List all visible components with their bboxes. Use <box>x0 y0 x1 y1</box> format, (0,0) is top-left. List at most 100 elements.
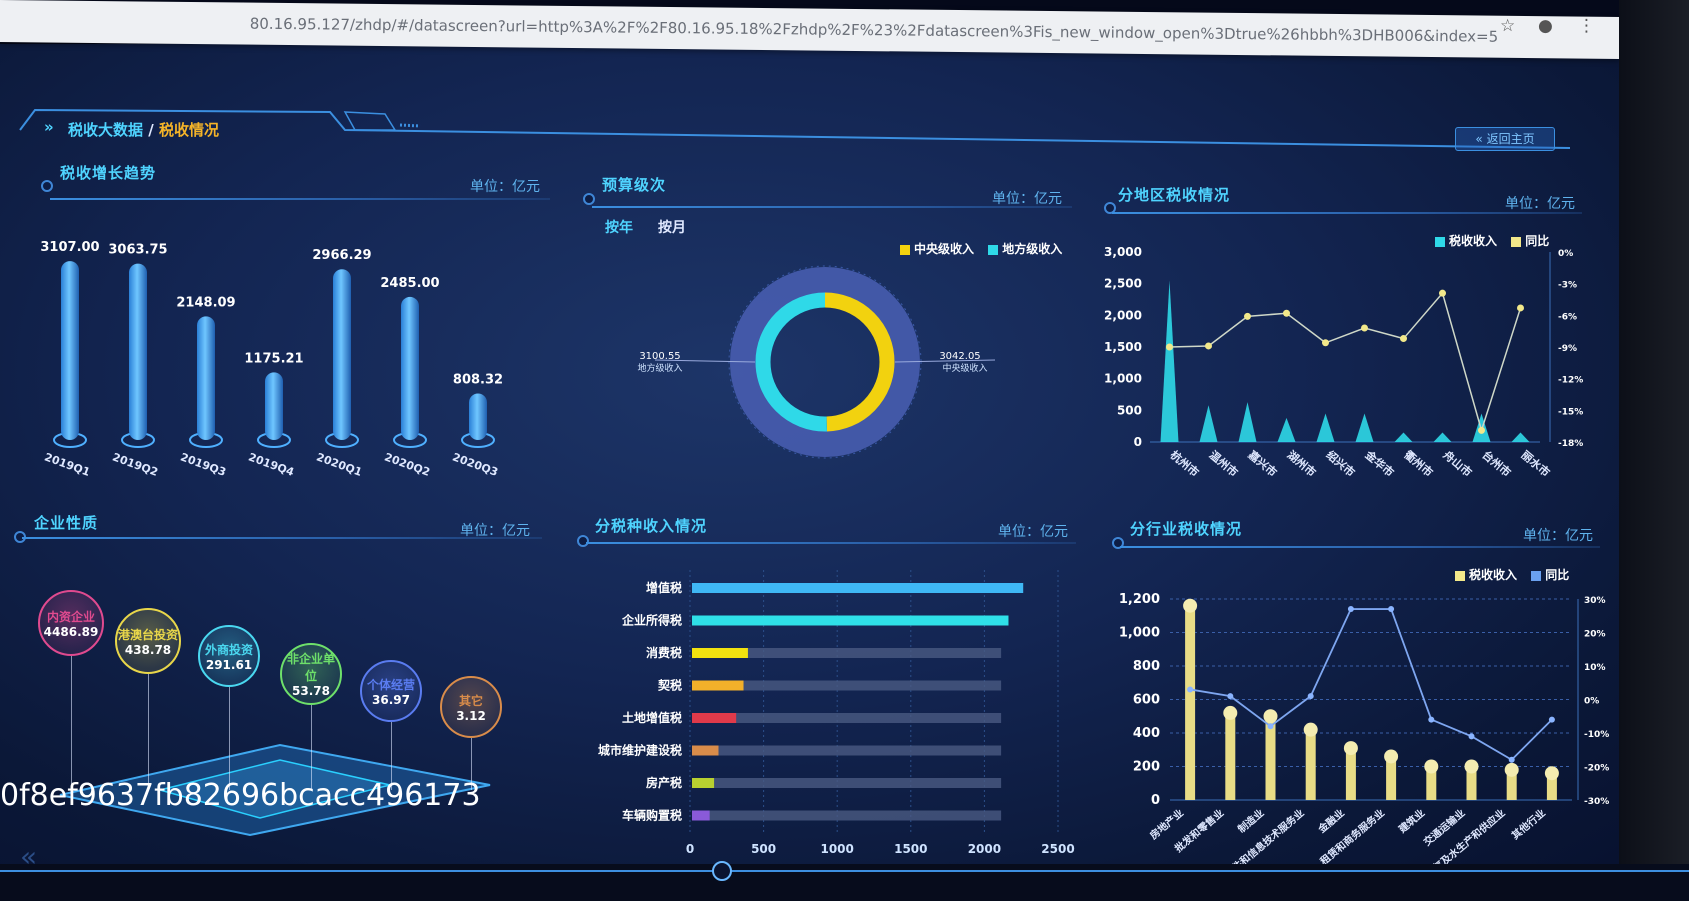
region-unit: 单位：亿元 <box>1505 196 1575 212</box>
back-home-button[interactable]: « 返回主页 <box>1455 127 1555 151</box>
industry-bar-cap <box>1544 766 1559 781</box>
taxtype-category: 城市维护建设税 <box>598 743 682 758</box>
region-bar <box>1277 417 1296 442</box>
star-icon[interactable]: ☆ <box>1500 16 1515 36</box>
region-y2-tick: -6% <box>1558 312 1577 322</box>
video-progress-track[interactable] <box>0 870 1689 872</box>
enterprise-bubble[interactable]: 外商投资 291.61 <box>198 625 260 687</box>
region-bar <box>1433 432 1452 442</box>
industry-yoy-point <box>1307 693 1314 700</box>
region-y2-tick: -15% <box>1558 407 1583 417</box>
enterprise-bubble[interactable]: 个体经营 36.97 <box>360 660 422 722</box>
industry-bar-cap <box>1303 722 1318 737</box>
region-bar <box>1199 405 1218 442</box>
video-progress-knob[interactable] <box>712 861 732 881</box>
growth-bar-value: 1175.21 <box>244 351 303 366</box>
breadcrumb-current: 税收情况 <box>158 121 219 139</box>
taxtype-bar <box>692 713 737 723</box>
taxtype-bar <box>692 615 1009 626</box>
enterprise-bubble[interactable]: 港澳台投资 438.78 <box>115 608 181 674</box>
region-x-tick: 温州市 <box>1207 448 1241 480</box>
enterprise-name: 港澳台投资 <box>117 627 178 642</box>
industry-yoy-line <box>1189 608 1553 761</box>
taxtype-bar <box>692 745 719 756</box>
legend-swatch-yoy <box>1531 570 1542 581</box>
growth-bar <box>61 261 79 440</box>
region-yoy-point <box>1478 426 1485 434</box>
menu-kebab-icon[interactable]: ⋮ <box>1578 16 1595 36</box>
growth-title: 税收增长趋势 <box>60 164 157 182</box>
industry-yoy-point <box>1187 686 1194 693</box>
industry-y2-tick: 30% <box>1584 596 1606 606</box>
industry-x-tick: 金融业 <box>1315 806 1347 836</box>
growth-x-tick: 2019Q1 <box>43 450 92 479</box>
enterprise-divider <box>22 537 542 539</box>
enterprise-name: 个体经营 <box>366 677 415 692</box>
region-yoy-point <box>1517 304 1524 312</box>
taxtype-category: 增值税 <box>646 580 682 595</box>
taxtype-unit: 单位：亿元 <box>998 524 1068 540</box>
enterprise-bubble[interactable]: 非企业单位 53.78 <box>280 643 342 705</box>
breadcrumb-separator: / <box>143 121 159 139</box>
enterprise-title: 企业性质 <box>34 514 99 532</box>
industry-bar-cap <box>1424 759 1439 774</box>
monitor-bezel <box>1619 0 1689 901</box>
tab-by-month[interactable]: 按月 <box>658 217 686 237</box>
growth-x-tick: 2020Q1 <box>315 450 364 479</box>
industry-y2-tick: -10% <box>1584 730 1609 740</box>
industry-y-tick: 1,200 <box>1119 592 1160 607</box>
taxtype-divider <box>586 542 1076 544</box>
slice-value: 3100.55 <box>639 351 680 362</box>
legend-swatch-tax <box>1455 570 1465 581</box>
industry-y-tick: 1,000 <box>1119 626 1160 641</box>
industry-bar <box>1345 748 1356 800</box>
hash-watermark: 0f8ef9637fb82696bcacc496173 <box>0 778 481 813</box>
industry-bar-cap <box>1223 705 1238 720</box>
region-x-tick: 台州市 <box>1480 448 1514 480</box>
industry-yoy-point <box>1227 693 1234 700</box>
tab-by-year[interactable]: 按年 <box>605 217 633 237</box>
growth-unit: 单位：亿元 <box>470 179 540 195</box>
breadcrumb-root[interactable]: 税收大数据 <box>68 121 143 139</box>
region-x-tick: 衢州市 <box>1402 448 1436 480</box>
legend-yoy[interactable]: 同比 <box>1545 568 1569 582</box>
growth-x-tick: 2019Q4 <box>247 450 297 479</box>
growth-x-tick: 2020Q3 <box>451 450 500 479</box>
industry-legend: 税收收入 同比 <box>1445 566 1569 583</box>
growth-bar-value: 3107.00 <box>40 240 99 255</box>
industry-yoy-point <box>1347 606 1354 613</box>
growth-bar <box>129 263 147 440</box>
growth-bar-value: 808.32 <box>453 372 503 387</box>
region-y2-tick: -18% <box>1558 439 1583 449</box>
slice-name: 地方级收入 <box>637 362 682 374</box>
enterprise-bubble[interactable]: 其它 3.12 <box>440 676 502 738</box>
region-x-tick: 湖州市 <box>1285 448 1319 480</box>
account-icon[interactable]: ● <box>1538 16 1553 36</box>
taxtype-title: 分税种收入情况 <box>595 517 708 535</box>
region-yoy-point <box>1283 309 1290 317</box>
industry-bar-cap <box>1183 598 1198 613</box>
growth-x-tick: 2019Q3 <box>179 450 228 479</box>
slice-name: 中央级收入 <box>942 362 987 374</box>
industry-x-tick: 其他行业 <box>1509 806 1548 842</box>
region-x-tick: 绍兴市 <box>1324 448 1358 480</box>
taxtype-x-tick: 0 <box>686 842 694 856</box>
industry-x-tick: 建筑业 <box>1395 806 1427 836</box>
industry-y-tick: 200 <box>1133 760 1160 775</box>
industry-bar <box>1305 729 1316 800</box>
region-yoy-point <box>1400 335 1407 343</box>
region-yoy-point <box>1439 289 1446 297</box>
budget-unit: 单位：亿元 <box>992 191 1062 207</box>
region-divider <box>1112 212 1582 214</box>
growth-bar-value: 3063.75 <box>108 243 167 258</box>
industry-yoy-point <box>1508 756 1515 763</box>
region-bar <box>1394 432 1413 442</box>
growth-bar <box>265 372 283 440</box>
legend-tax[interactable]: 税收收入 <box>1469 568 1517 582</box>
industry-y-tick: 400 <box>1133 726 1160 741</box>
region-y2-tick: -3% <box>1558 281 1577 291</box>
taxtype-x-tick: 2000 <box>968 842 1001 856</box>
region-y2-tick: -9% <box>1558 344 1577 354</box>
enterprise-bubble[interactable]: 内资企业 4486.89 <box>38 590 104 656</box>
url-text[interactable]: 80.16.95.127/zhdp/#/datascreen?url=http%… <box>250 15 1499 46</box>
